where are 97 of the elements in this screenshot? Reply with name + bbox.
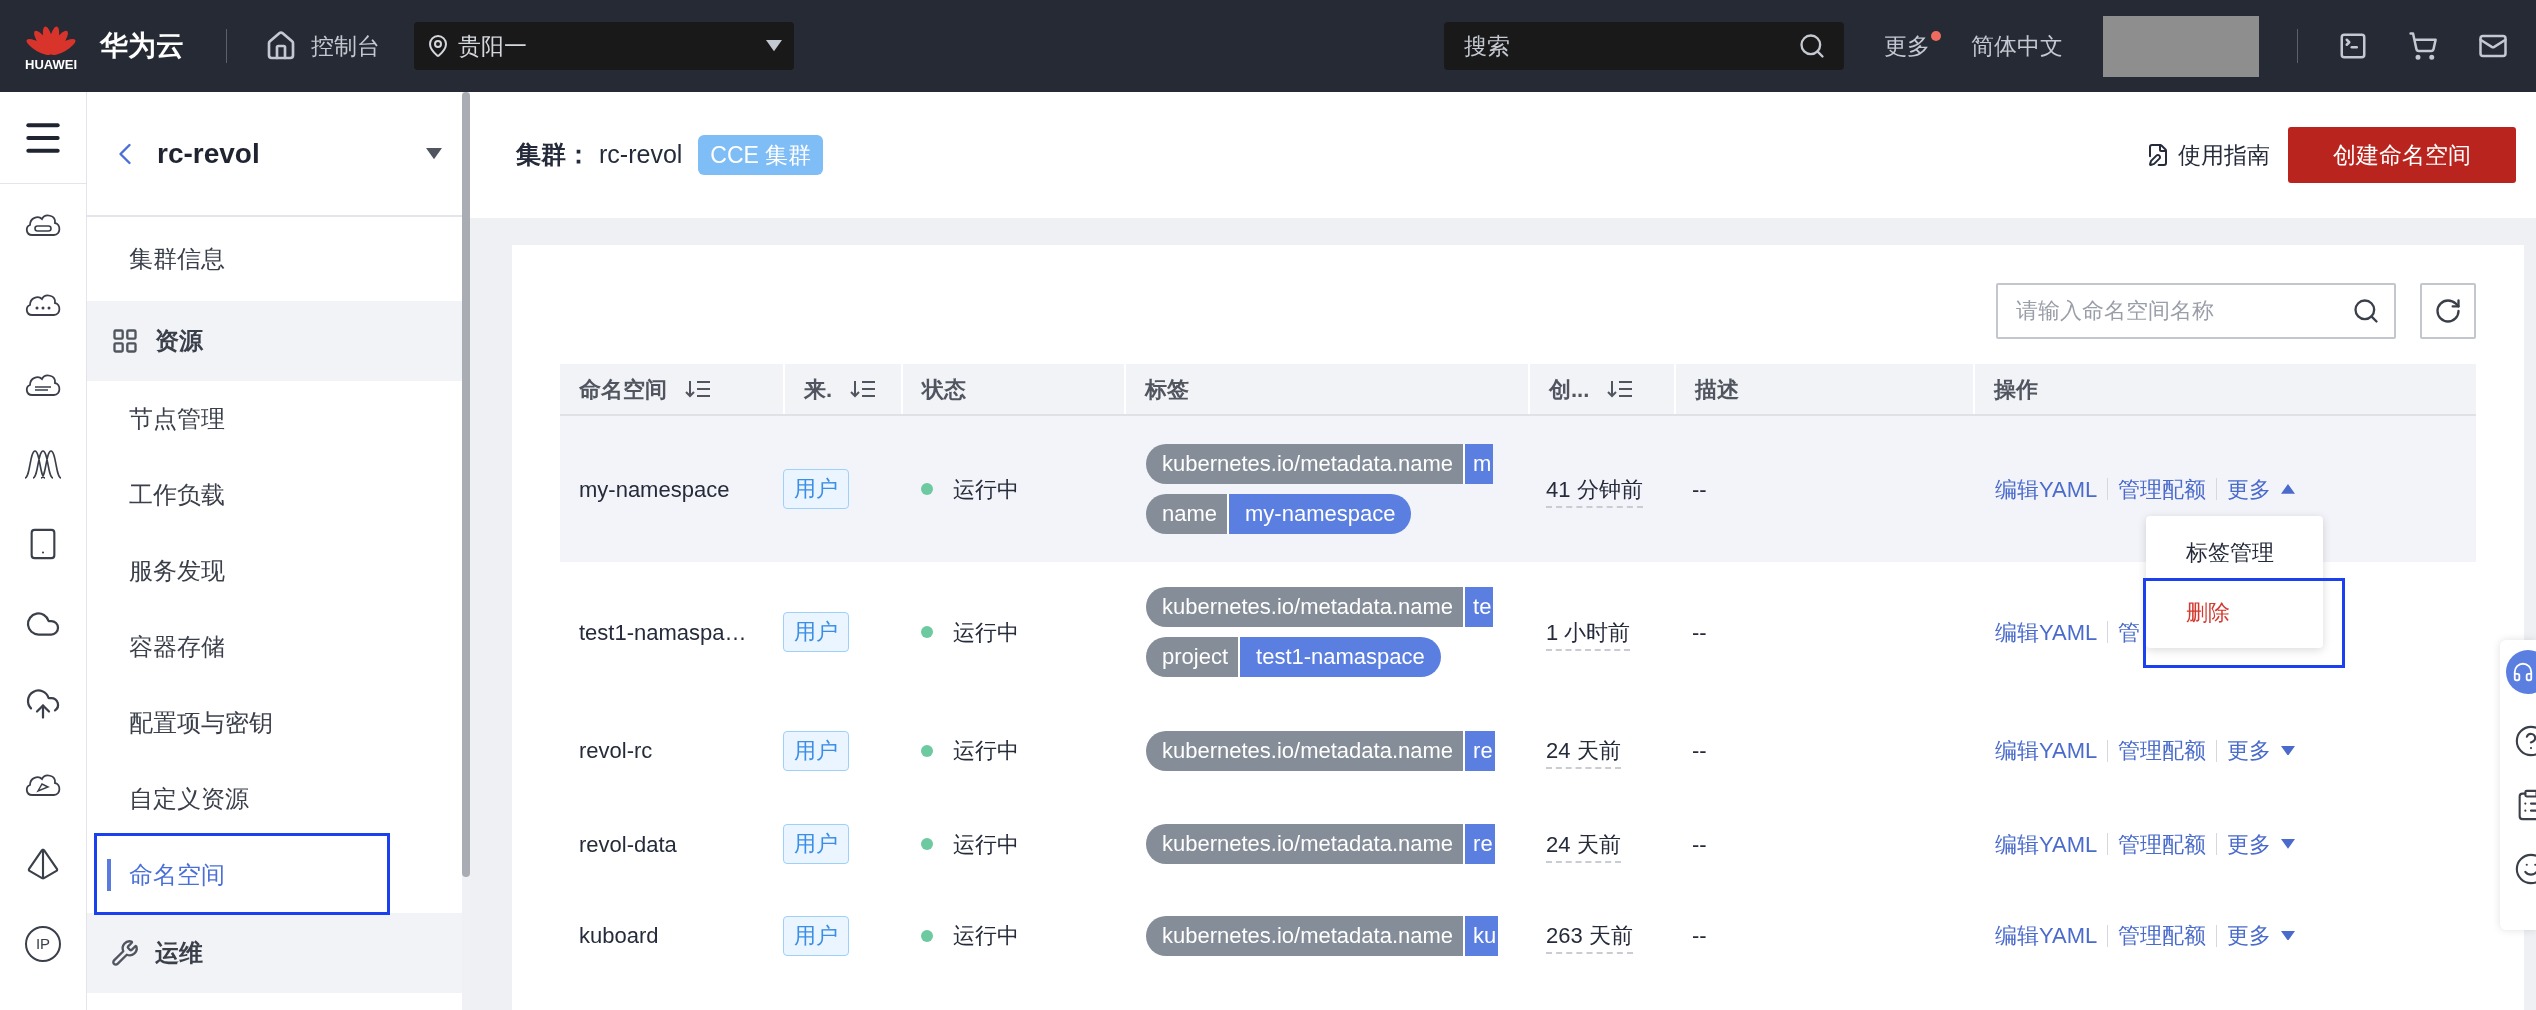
column-header: 描述: [1674, 364, 1973, 414]
search-icon[interactable]: [2352, 297, 2380, 325]
namespace-name: my-namespace: [579, 476, 730, 502]
region-select[interactable]: 贵阳一: [414, 22, 794, 70]
more-menu[interactable]: 更多: [1884, 28, 1930, 64]
namespace-search-field[interactable]: 请输入命名空间名称: [1996, 283, 2396, 339]
nav-item[interactable]: 服务发现: [87, 533, 462, 609]
pyramid-icon[interactable]: [26, 847, 60, 881]
section-label: 资源: [155, 326, 203, 356]
nav-section[interactable]: 资源: [87, 301, 462, 381]
brand-name[interactable]: 华为云: [100, 25, 184, 67]
more-link[interactable]: 更多: [2227, 919, 2296, 952]
search-field[interactable]: 搜索: [1444, 22, 1844, 70]
more-link[interactable]: 更多: [2227, 734, 2296, 767]
caret-icon: [2281, 484, 2296, 494]
guide-icon[interactable]: [2146, 143, 2170, 167]
action-link[interactable]: 管理配额: [2118, 827, 2207, 861]
nav-item[interactable]: 容器存储: [87, 609, 462, 685]
sort-icon[interactable]: [850, 379, 877, 399]
refresh-icon: [2434, 297, 2462, 325]
more-link[interactable]: 更多: [2227, 827, 2296, 861]
description-text: --: [1692, 476, 1707, 502]
cluster-name[interactable]: rc-revol: [157, 132, 426, 175]
more-link[interactable]: 更多: [2227, 472, 2296, 506]
action-link[interactable]: 管理配额: [2118, 472, 2207, 506]
location-pin-icon: [426, 34, 450, 58]
description-text: --: [1692, 831, 1707, 857]
status-text: 运行中: [953, 830, 1019, 859]
nav-item[interactable]: 自定义资源: [87, 761, 462, 837]
caret-icon: [426, 147, 442, 160]
action-link[interactable]: 编辑YAML: [1995, 919, 2098, 952]
column-header: 状态: [901, 364, 1124, 414]
description-text: --: [1692, 619, 1707, 645]
caret-icon: [2281, 745, 2296, 756]
action-link[interactable]: 管理配额: [2118, 919, 2207, 952]
ip-icon[interactable]: IP: [25, 926, 61, 962]
column-header[interactable]: 来.: [783, 364, 901, 414]
menu-item[interactable]: 删除: [2146, 582, 2323, 642]
nav-item[interactable]: 工作负载: [87, 457, 462, 533]
curves-icon[interactable]: [24, 449, 62, 479]
status-text: 运行中: [953, 618, 1019, 647]
created-time: 41 分钟前: [1546, 476, 1643, 508]
nav-item[interactable]: 命名空间: [87, 837, 462, 913]
namespace-name: revol-data: [579, 831, 677, 857]
nav-section[interactable]: 运维: [87, 913, 462, 993]
nav-item[interactable]: 配置项与密钥: [87, 685, 462, 761]
console-link[interactable]: 控制台: [311, 28, 380, 64]
created-time: 1 小时前: [1546, 619, 1631, 651]
column-header: 操作: [1973, 364, 2476, 414]
caret-icon: [2281, 930, 2296, 941]
action-link[interactable]: 编辑YAML: [1995, 827, 2098, 861]
source-tag: 用户: [783, 730, 849, 771]
status-text: 运行中: [953, 737, 1019, 765]
caret-icon: [2281, 839, 2296, 849]
namespace-name: kuboard: [579, 923, 659, 948]
created-time: 263 天前: [1546, 923, 1633, 954]
wrench-icon: [111, 939, 139, 967]
action-link[interactable]: 管: [2118, 615, 2141, 649]
source-tag: 用户: [783, 824, 849, 864]
status-text: 运行中: [953, 475, 1019, 504]
headset-icon: [2512, 661, 2534, 683]
home-icon[interactable]: [265, 30, 297, 62]
action-link[interactable]: 编辑YAML: [1995, 615, 2098, 649]
created-time: 24 天前: [1546, 831, 1621, 863]
section-label: 运维: [155, 938, 203, 968]
logo-text: HUAWEI: [25, 57, 77, 71]
source-tag: 用户: [783, 915, 849, 956]
grid-icon: [111, 327, 139, 355]
search-icon[interactable]: [1798, 32, 1826, 60]
language-menu[interactable]: 简体中文: [1971, 28, 2063, 64]
cluster-type-badge: CCE 集群: [698, 135, 824, 175]
nav-item[interactable]: 节点管理: [87, 381, 462, 457]
column-header: 标签: [1124, 364, 1528, 414]
terminal-icon[interactable]: [2338, 31, 2368, 61]
column-header[interactable]: 命名空间: [560, 364, 783, 414]
cluster-name: rc-revol: [599, 139, 683, 171]
sort-icon[interactable]: [1607, 379, 1634, 399]
action-link[interactable]: 编辑YAML: [1995, 472, 2098, 506]
source-tag: 用户: [783, 612, 849, 652]
action-link[interactable]: 编辑YAML: [1995, 734, 2098, 767]
namespace-name: test1-namaspa…: [579, 619, 747, 645]
create-namespace-button[interactable]: 创建命名空间: [2288, 127, 2516, 183]
refresh-button[interactable]: [2420, 283, 2476, 339]
namespace-name: revol-rc: [579, 738, 653, 763]
sort-icon[interactable]: [685, 379, 711, 399]
cluster-label: 集群：: [516, 139, 591, 171]
cart-icon[interactable]: [2408, 31, 2438, 61]
column-header[interactable]: 创...: [1528, 364, 1674, 414]
source-tag: 用户: [783, 469, 849, 509]
description-text: --: [1692, 923, 1707, 948]
caret-icon: [766, 40, 782, 52]
status-text: 运行中: [953, 922, 1019, 950]
created-time: 24 天前: [1546, 738, 1621, 769]
description-text: --: [1692, 738, 1707, 763]
guide-link[interactable]: 使用指南: [2178, 137, 2270, 173]
action-link[interactable]: 管理配额: [2118, 734, 2207, 767]
nav-item[interactable]: 集群信息: [87, 217, 462, 301]
